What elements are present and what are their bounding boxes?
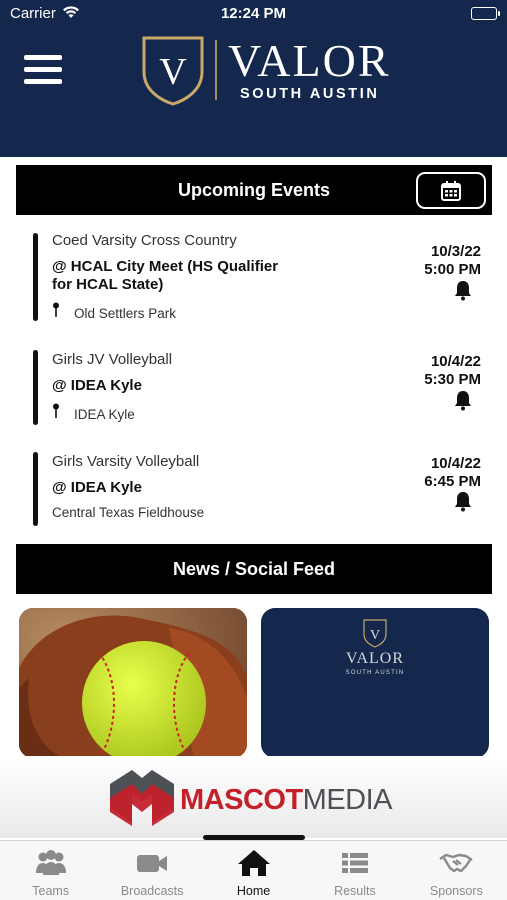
bell-icon[interactable]	[452, 279, 474, 301]
mascot-media-logo-icon	[110, 770, 174, 826]
card-logo-word: VALOR	[346, 650, 404, 667]
event-location-text: IDEA Kyle	[74, 407, 135, 422]
status-bar: Carrier 12:24 PM	[0, 0, 507, 28]
tab-home[interactable]: Home	[203, 841, 304, 900]
news-card-softball[interactable]	[19, 608, 247, 758]
bell-icon[interactable]	[452, 389, 474, 411]
event-item[interactable]: Girls JV Volleyball @ IDEA Kyle IDEA Kyl…	[0, 350, 507, 430]
app-header: Carrier 12:24 PM V VALOR SOUTH AUSTIN	[0, 0, 507, 157]
menu-line	[24, 67, 62, 72]
calendar-icon	[441, 180, 461, 201]
event-date: 10/4/22	[430, 353, 481, 370]
event-date: 10/4/22	[430, 455, 481, 472]
news-card-valor[interactable]: V VALOR SOUTH AUSTIN	[261, 608, 489, 758]
tab-label: Home	[236, 884, 271, 898]
event-location: Old Settlers Park	[52, 302, 176, 321]
tab-label: Sponsors	[429, 884, 483, 898]
map-pin-icon	[52, 302, 66, 321]
list-icon	[341, 853, 368, 873]
event-sport: Girls Varsity Volleyball	[52, 453, 200, 470]
home-icon	[237, 850, 270, 876]
school-logo: V VALOR SOUTH AUSTIN	[140, 34, 400, 108]
event-location: Central Texas Fieldhouse	[52, 505, 204, 520]
tab-teams[interactable]: Teams	[0, 841, 101, 900]
news-feed-title: News / Social Feed	[172, 558, 336, 579]
event-location: IDEA Kyle	[52, 403, 135, 422]
tab-results[interactable]: Results	[304, 841, 405, 900]
upcoming-events-header: Upcoming Events	[16, 165, 492, 215]
status-time: 12:24 PM	[220, 5, 287, 22]
tab-label: Teams	[32, 884, 70, 898]
event-opponent: @ HCAL City Meet (HS Qualifier for HCAL …	[52, 258, 279, 293]
tab-label: Results	[334, 884, 376, 898]
menu-line	[24, 55, 62, 60]
battery-icon	[471, 7, 500, 20]
event-sport: Girls JV Volleyball	[52, 351, 173, 368]
tab-sponsors[interactable]: Sponsors	[406, 841, 507, 900]
news-feed-header: News / Social Feed	[16, 544, 492, 594]
calendar-button[interactable]	[416, 172, 486, 209]
softball-glove-image	[19, 608, 247, 758]
event-item[interactable]: Girls Varsity Volleyball @ IDEA Kyle Cen…	[0, 452, 507, 530]
teams-icon	[35, 850, 66, 875]
event-accent-bar	[33, 350, 38, 425]
event-item[interactable]: Coed Varsity Cross Country @ HCAL City M…	[0, 230, 507, 326]
event-accent-bar	[33, 452, 38, 526]
logo-subtitle: SOUTH AUSTIN	[240, 86, 380, 102]
upcoming-events-title: Upcoming Events	[177, 179, 331, 200]
event-time: 6:45 PM	[424, 473, 481, 490]
event-opponent: @ IDEA Kyle	[52, 377, 142, 394]
shield-icon: V	[142, 36, 204, 106]
event-sport: Coed Varsity Cross Country	[52, 232, 237, 249]
event-time: 5:30 PM	[424, 371, 481, 388]
menu-line	[24, 79, 62, 84]
sponsor-banner[interactable]: MASCOTMEDIA	[0, 756, 507, 838]
card-logo-sub: SOUTH AUSTIN	[346, 670, 405, 676]
event-opponent: @ IDEA Kyle	[52, 479, 142, 496]
bell-icon[interactable]	[452, 490, 474, 512]
handshake-icon	[439, 853, 473, 873]
event-time: 5:00 PM	[424, 261, 481, 278]
video-camera-icon	[137, 855, 168, 872]
shield-letter: V	[159, 51, 187, 93]
event-accent-bar	[33, 233, 38, 321]
card-logo-letter: V	[370, 628, 380, 643]
brand-red-text: MASCOT	[180, 784, 303, 816]
tab-broadcasts[interactable]: Broadcasts	[101, 841, 202, 900]
menu-button[interactable]	[24, 55, 62, 85]
logo-wordmark: VALOR	[228, 35, 391, 86]
tab-bar: Teams Broadcasts Home Results Sponsors	[0, 840, 507, 900]
mascot-media-wordmark: MASCOTMEDIA	[180, 784, 393, 817]
logo-divider	[215, 40, 217, 100]
map-pin-icon	[52, 403, 66, 422]
event-location-text: Old Settlers Park	[74, 306, 177, 321]
tab-label: Broadcasts	[120, 884, 184, 898]
brand-gray-text: MEDIA	[302, 784, 393, 816]
event-location-text: Central Texas Fieldhouse	[52, 505, 205, 520]
event-date: 10/3/22	[430, 243, 481, 260]
valor-logo-image: V VALOR SOUTH AUSTIN	[346, 619, 405, 676]
